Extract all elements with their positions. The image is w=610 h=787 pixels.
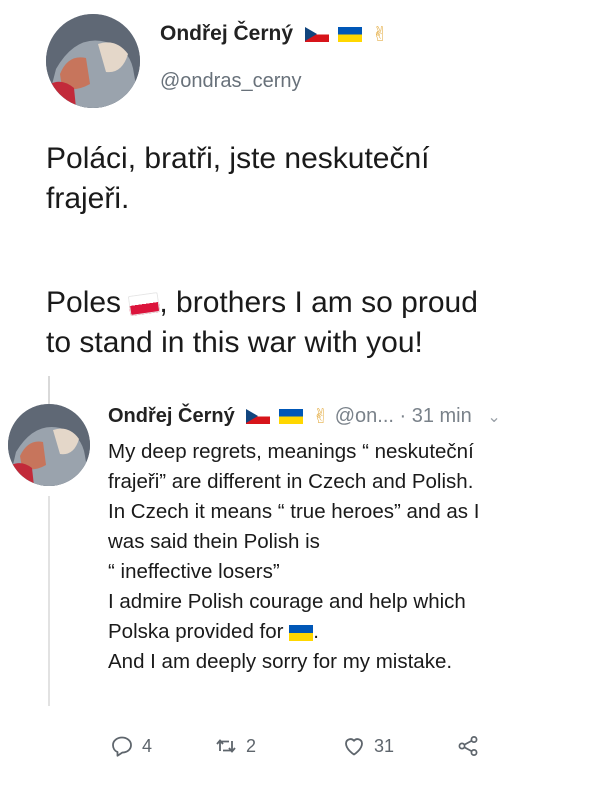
reply-line: frajeři” are different in Czech and Poli… (108, 470, 474, 493)
reply-action-bar: 4 2 31 (108, 734, 528, 764)
comment-icon (112, 736, 132, 757)
chevron-down-icon[interactable]: ⌄ (487, 407, 500, 427)
author-name[interactable]: Ondřej Černý (160, 22, 293, 45)
ukraine-flag-icon (289, 624, 314, 641)
reply-handle[interactable]: @on... (335, 405, 394, 427)
share-icon (458, 736, 478, 756)
reply-line: “ ineffective losers” (108, 560, 280, 583)
reply-author-name[interactable]: Ondřej Černý (108, 405, 235, 427)
czech-flag-icon (246, 409, 271, 424)
tweet-line: frajeři. (46, 182, 130, 215)
victory-hand-icon: ✌ (371, 24, 389, 46)
tweet-line-prefix: Poles (46, 286, 122, 319)
tweet-line-suffix: , brothers I am so proud (159, 286, 478, 319)
reply-line: was said thein Polish is (108, 530, 320, 553)
heart-icon (345, 738, 363, 756)
tweet-line: to stand in this war with you! (46, 326, 423, 359)
author-handle[interactable]: @ondras_cerny (160, 70, 301, 93)
reply-timestamp[interactable]: · 31 min (400, 405, 472, 427)
tweet-line: Poles , brothers I am so proud (46, 283, 576, 323)
reply-count: 4 (142, 735, 153, 756)
reply-line-prefix: Polska provided for (108, 620, 284, 643)
retweet-button[interactable]: 2 (214, 734, 256, 758)
avatar-image (8, 404, 90, 486)
thread-connector (48, 376, 50, 406)
like-count: 31 (374, 735, 395, 756)
reply-text: My deep regrets, meanings “ neskuteční f… (108, 437, 598, 677)
retweet-icon (216, 739, 236, 753)
reply-line: In Czech it means “ true heroes” and as … (108, 500, 480, 523)
reply-button[interactable]: 4 (110, 734, 152, 758)
author-name-row: Ondřej Černý ✌ (160, 22, 388, 47)
reply-line: Polska provided for . (108, 617, 598, 647)
like-button[interactable]: 31 (342, 734, 394, 758)
czech-flag-icon (304, 27, 329, 42)
retweet-count: 2 (246, 735, 257, 756)
reply-header: Ondřej Černý ✌ @on... · 31 min ⌄ (108, 404, 501, 429)
reply-line: I admire Polish courage and help which (108, 590, 466, 613)
share-button[interactable] (456, 734, 480, 758)
thread-connector (48, 496, 50, 706)
ukraine-flag-icon (278, 409, 303, 424)
tweet-text-english: Poles , brothers I am so proud to stand … (46, 283, 576, 363)
ukraine-flag-icon (337, 27, 362, 42)
tweet-text-czech: Poláci, bratři, jste neskuteční frajeři. (46, 139, 576, 219)
reply-author-avatar[interactable] (8, 404, 90, 486)
poland-flag-icon (128, 292, 161, 317)
tweet-line: Poláci, bratři, jste neskuteční (46, 142, 430, 175)
victory-hand-icon: ✌ (312, 406, 330, 428)
reply-line: My deep regrets, meanings “ neskuteční (108, 440, 474, 463)
avatar-image (46, 14, 140, 108)
reply-line: And I am deeply sorry for my mistake. (108, 650, 453, 673)
author-avatar[interactable] (46, 14, 140, 108)
reply-line-suffix: . (313, 620, 319, 643)
